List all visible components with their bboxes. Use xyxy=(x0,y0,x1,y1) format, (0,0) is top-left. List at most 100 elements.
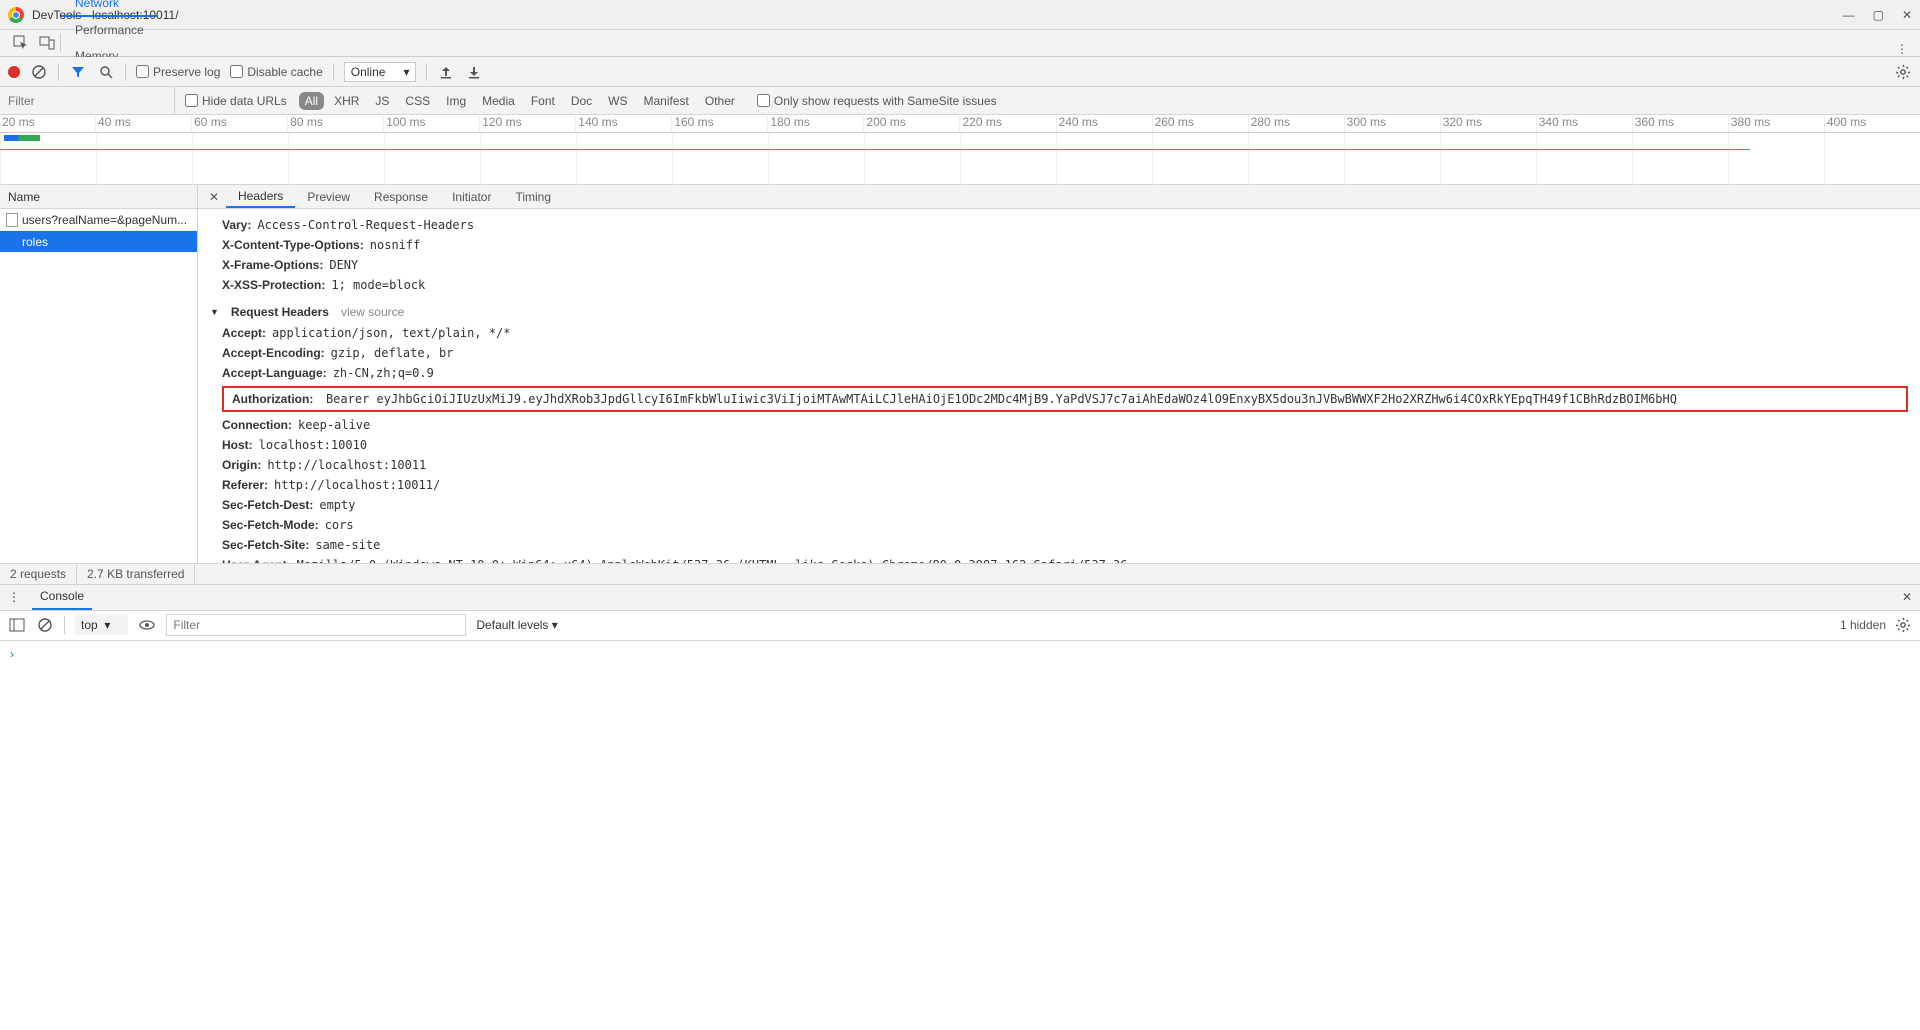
chevron-down-icon: ▾ xyxy=(403,65,409,79)
header-key: X-XSS-Protection: xyxy=(222,278,325,292)
type-chip-xhr[interactable]: XHR xyxy=(328,92,365,110)
timeline-tick: 320 ms xyxy=(1440,115,1536,132)
header-value: empty xyxy=(319,498,355,512)
tab-performance[interactable]: Performance xyxy=(61,17,158,43)
console-filter-input[interactable] xyxy=(166,614,466,636)
hide-data-urls-checkbox[interactable]: Hide data URLs xyxy=(185,94,287,108)
caret-down-icon: ▼ xyxy=(210,307,219,317)
close-button[interactable]: ✕ xyxy=(1902,8,1912,22)
disable-cache-checkbox[interactable]: Disable cache xyxy=(230,65,322,79)
timeline-tick: 140 ms xyxy=(575,115,671,132)
settings-gear-icon[interactable] xyxy=(1894,63,1912,81)
type-chip-js[interactable]: JS xyxy=(369,92,395,110)
detail-tab-preview[interactable]: Preview xyxy=(295,185,362,208)
type-chip-doc[interactable]: Doc xyxy=(565,92,598,110)
tab-network[interactable]: Network xyxy=(61,0,158,17)
detail-tab-initiator[interactable]: Initiator xyxy=(440,185,503,208)
request-headers-section[interactable]: ▼ Request Headers view source xyxy=(210,295,1908,323)
device-toolbar-icon[interactable] xyxy=(34,30,60,56)
header-key: Origin: xyxy=(222,458,261,472)
hidden-messages[interactable]: 1 hidden xyxy=(1840,618,1886,632)
header-key: X-Content-Type-Options: xyxy=(222,238,364,252)
upload-har-icon[interactable] xyxy=(437,63,455,81)
type-chip-img[interactable]: Img xyxy=(440,92,472,110)
header-value: DENY xyxy=(329,258,358,272)
samesite-checkbox[interactable]: Only show requests with SameSite issues xyxy=(757,94,997,108)
header-row: Host:localhost:10010 xyxy=(210,435,1908,455)
divider xyxy=(426,63,427,81)
timeline-tick: 40 ms xyxy=(95,115,191,132)
header-value: same-site xyxy=(315,538,380,552)
type-chip-all[interactable]: All xyxy=(299,92,324,110)
inspect-element-icon[interactable] xyxy=(8,30,34,56)
search-icon[interactable] xyxy=(97,63,115,81)
request-item[interactable]: users?realName=&pageNum... xyxy=(0,209,197,231)
timeline-tick: 400 ms xyxy=(1824,115,1920,132)
console-settings-icon[interactable] xyxy=(1894,616,1912,634)
type-chip-media[interactable]: Media xyxy=(476,92,521,110)
divider xyxy=(64,616,65,634)
detail-tab-response[interactable]: Response xyxy=(362,185,440,208)
request-count: 2 requests xyxy=(0,564,77,584)
clear-icon[interactable] xyxy=(30,63,48,81)
more-vert-icon[interactable]: ⋮ xyxy=(1896,42,1908,56)
timeline-request-bar xyxy=(4,135,40,141)
header-key: Sec-Fetch-Dest: xyxy=(222,498,313,512)
download-har-icon[interactable] xyxy=(465,63,483,81)
header-value: cors xyxy=(325,518,354,532)
detail-tab-headers[interactable]: Headers xyxy=(226,185,295,208)
close-detail-icon[interactable]: ✕ xyxy=(202,185,226,208)
console-body[interactable]: › xyxy=(0,641,1920,1030)
minimize-button[interactable]: — xyxy=(1843,8,1855,22)
more-vert-icon[interactable]: ⋮ xyxy=(8,590,20,604)
log-level-select[interactable]: Default levels ▾ xyxy=(476,618,557,632)
type-chip-font[interactable]: Font xyxy=(525,92,561,110)
header-row: Sec-Fetch-Mode:cors xyxy=(210,515,1908,535)
header-row: X-XSS-Protection:1; mode=block xyxy=(210,275,1908,295)
drawer-tab-console[interactable]: Console xyxy=(32,585,92,610)
maximize-button[interactable]: ▢ xyxy=(1873,8,1884,22)
file-icon xyxy=(6,213,18,227)
clear-console-icon[interactable] xyxy=(36,616,54,634)
type-chip-other[interactable]: Other xyxy=(699,92,741,110)
transferred-size: 2.7 KB transferred xyxy=(77,564,195,584)
header-row: Sec-Fetch-Dest: empty xyxy=(210,495,1908,515)
header-key: Host: xyxy=(222,438,253,452)
divider xyxy=(58,63,59,81)
throttling-select[interactable]: Online▾ xyxy=(344,62,417,82)
header-row: Sec-Fetch-Site:same-site xyxy=(210,535,1908,555)
timeline-load-line xyxy=(0,149,1750,150)
header-value: http://localhost:10011 xyxy=(267,458,426,472)
timeline-tick: 360 ms xyxy=(1632,115,1728,132)
filter-bar: Hide data URLs AllXHRJSCSSImgMediaFontDo… xyxy=(0,87,1920,115)
type-chip-ws[interactable]: WS xyxy=(602,92,633,110)
request-name: roles xyxy=(22,235,48,249)
type-chip-manifest[interactable]: Manifest xyxy=(638,92,695,110)
type-chip-css[interactable]: CSS xyxy=(399,92,436,110)
network-toolbar: Preserve log Disable cache Online▾ xyxy=(0,57,1920,87)
timeline[interactable]: 20 ms40 ms60 ms80 ms100 ms120 ms140 ms16… xyxy=(0,115,1920,185)
request-item[interactable]: roles xyxy=(0,231,197,253)
filter-input[interactable] xyxy=(0,87,175,114)
timeline-tick: 380 ms xyxy=(1728,115,1824,132)
status-bar: 2 requests 2.7 KB transferred xyxy=(0,563,1920,585)
timeline-tick: 80 ms xyxy=(287,115,383,132)
filter-icon[interactable] xyxy=(69,63,87,81)
context-select[interactable]: top ▾ xyxy=(75,615,128,635)
header-value: nosniff xyxy=(370,238,421,252)
console-sidebar-icon[interactable] xyxy=(8,616,26,634)
header-row: Connection:keep-alive xyxy=(210,415,1908,435)
header-value: Access-Control-Request-Headers xyxy=(257,218,474,232)
view-source-link[interactable]: view source xyxy=(341,305,404,319)
preserve-log-checkbox[interactable]: Preserve log xyxy=(136,65,220,79)
header-value: application/json, text/plain, */* xyxy=(272,326,510,340)
live-expression-icon[interactable] xyxy=(138,616,156,634)
record-icon[interactable] xyxy=(8,66,20,78)
request-list-header[interactable]: Name xyxy=(0,185,197,209)
close-drawer-icon[interactable]: ✕ xyxy=(1902,590,1912,604)
header-row: Vary:Access-Control-Request-Headers xyxy=(210,215,1908,235)
header-row: Origin: http://localhost:10011 xyxy=(210,455,1908,475)
header-key: Referer: xyxy=(222,478,268,492)
detail-tab-timing[interactable]: Timing xyxy=(503,185,563,208)
header-row: Accept-Language:zh-CN,zh;q=0.9 xyxy=(210,363,1908,383)
